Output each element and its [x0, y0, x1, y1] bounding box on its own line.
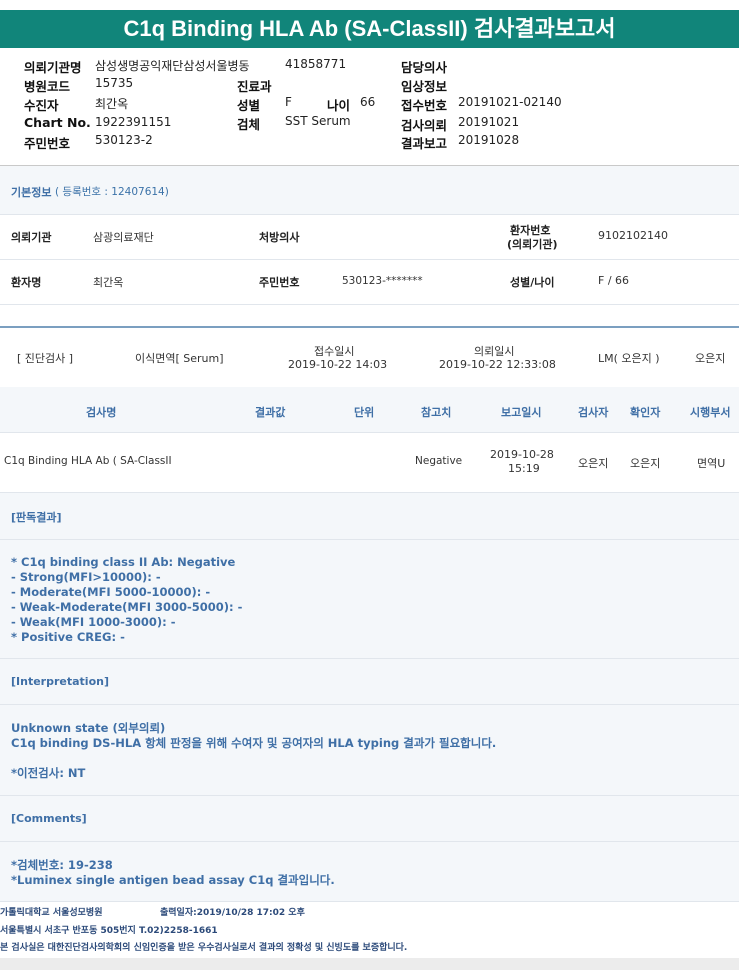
- row-ref: Negative: [415, 455, 463, 467]
- receipt-label: 접수번호: [401, 98, 448, 113]
- comments-heading: [Comments]: [11, 812, 87, 825]
- row-dept: 면역U: [697, 457, 726, 470]
- registration-number: ( 등록번호 : 12407614): [55, 186, 169, 198]
- collector-value: 최간옥: [95, 97, 129, 111]
- judgement-line: - Strong(MFI>10000): -: [11, 570, 161, 584]
- doctor-label: 담당의사: [401, 60, 448, 75]
- interpretation-line: Unknown state (외부의뢰): [11, 721, 166, 735]
- exam-person: 오은지: [695, 352, 726, 365]
- bottom-strip: [0, 958, 739, 970]
- footer-certification: 본 검사실은 대한진단검사의학회의 신임인증을 받은 우수검사실로서 결과의 정…: [0, 943, 408, 953]
- divider: [0, 432, 739, 433]
- judgement-heading: [판독결과]: [11, 511, 62, 524]
- comments-line: *Luminex single antigen bead assay C1q 결…: [11, 873, 335, 887]
- divider: [0, 304, 739, 305]
- report-title: C1q Binding HLA Ab (SA-ClassII) 검사결과보고서: [0, 10, 739, 48]
- judgement-line: * C1q binding class II Ab: Negative: [11, 555, 236, 569]
- divider: [0, 539, 739, 540]
- report-date-value: 20191028: [458, 133, 520, 147]
- col-header-unit: 단위: [354, 406, 375, 419]
- basic-info-heading: 기본정보: [11, 186, 52, 199]
- col-header-dept: 시행부서: [690, 406, 731, 419]
- divider: [0, 492, 739, 493]
- patient-name-label: 환자명: [11, 276, 42, 289]
- receipt-time-value: 2019-10-22 14:03: [288, 358, 388, 371]
- rrn-value: 530123-2: [95, 133, 153, 147]
- patient-rrn-value: 530123-*******: [342, 275, 423, 287]
- divider: [0, 214, 739, 215]
- chart-value: 1922391151: [95, 115, 172, 129]
- prescriber-label: 처방의사: [259, 231, 300, 244]
- patient-name-value: 최간옥: [93, 276, 124, 289]
- row-confirmer: 오은지: [630, 457, 661, 470]
- judgement-line: - Weak(MFI 1000-3000): -: [11, 615, 176, 629]
- sex-label: 성별: [237, 98, 261, 113]
- footer-address: 서울특별시 서초구 반포동 505번지 T.02)2258-1661: [0, 926, 218, 936]
- row-tester: 오은지: [578, 457, 609, 470]
- divider: [0, 259, 739, 260]
- row-report-time: 15:19: [508, 462, 540, 475]
- code-value: 41858771: [285, 57, 347, 71]
- footer-print-date: 출력일자:2019/10/28 17:02 오후: [160, 908, 305, 918]
- col-header-result: 결과값: [255, 406, 286, 419]
- age-label: 나이: [327, 98, 351, 113]
- clinical-label: 임상정보: [401, 79, 448, 94]
- row-report-date: 2019-10-28: [490, 448, 554, 461]
- col-header-tester: 검사자: [578, 406, 609, 419]
- judgement-results: * C1q binding class II Ab: Negative - St…: [11, 555, 242, 645]
- divider: [0, 795, 739, 796]
- inst-label: 의뢰기관: [11, 231, 52, 244]
- col-header-ref: 참고치: [421, 406, 452, 419]
- sex-age-value: F / 66: [598, 274, 630, 287]
- inst-value: 삼광의료재단: [93, 231, 154, 244]
- judgement-line: - Weak-Moderate(MFI 3000-5000): -: [11, 600, 243, 614]
- footer-org: 가톨릭대학교 서울성모병원: [0, 908, 103, 918]
- req-org-label: 의뢰기관명: [24, 60, 82, 75]
- interpretation-line: C1q binding DS-HLA 항체 판정을 위해 수여자 및 공여자의 …: [11, 736, 497, 750]
- prior-test: *이전검사: NT: [11, 766, 86, 780]
- interpretation-heading: [Interpretation]: [11, 675, 109, 688]
- age-value: 66: [360, 95, 376, 109]
- divider: [0, 326, 739, 328]
- req-org-value: 삼성생명공익재단삼성서울병동: [95, 59, 250, 73]
- divider: [0, 704, 739, 705]
- request-time-value: 2019-10-22 12:33:08: [439, 358, 556, 371]
- comments-line: *검체번호: 19-238: [11, 858, 113, 872]
- sex-age-label: 성별/나이: [510, 276, 555, 289]
- exam-specimen: 이식면역[ Serum]: [135, 352, 224, 365]
- specimen-label: 검체: [237, 117, 261, 132]
- interpretation-text: Unknown state (외부의뢰) C1q binding DS-HLA …: [11, 721, 496, 751]
- comments-text: *검체번호: 19-238 *Luminex single antigen be…: [11, 858, 335, 888]
- request-label: 검사의뢰: [401, 118, 448, 133]
- lm-person: LM( 오은지 ): [598, 352, 660, 365]
- hosp-code-label: 병원코드: [24, 79, 71, 94]
- judgement-line: - Moderate(MFI 5000-10000): -: [11, 585, 211, 599]
- divider: [0, 658, 739, 659]
- rrn-label: 주민번호: [24, 136, 71, 151]
- row-test-name: C1q Binding HLA Ab ( SA-ClassII: [4, 455, 172, 467]
- request-time-label: 의뢰일시: [474, 345, 515, 358]
- patient-no-sublabel: (의뢰기관): [507, 238, 558, 251]
- divider: [0, 841, 739, 842]
- exam-type: [ 진단검사 ]: [17, 352, 74, 365]
- col-header-name: 검사명: [86, 406, 117, 419]
- chart-label: Chart No.: [24, 115, 91, 130]
- receipt-value: 20191021-02140: [458, 95, 562, 109]
- patient-rrn-label: 주민번호: [259, 276, 300, 289]
- specimen-value: SST Serum: [285, 114, 351, 128]
- dept-label: 진료과: [237, 79, 272, 94]
- col-header-confirmer: 확인자: [630, 406, 661, 419]
- request-value: 20191021: [458, 115, 520, 129]
- sex-value: F: [285, 95, 292, 109]
- report-date-label: 결과보고: [401, 136, 448, 151]
- receipt-time-label: 접수일시: [314, 345, 355, 358]
- col-header-date: 보고일시: [501, 406, 542, 419]
- divider: [0, 901, 739, 902]
- collector-label: 수진자: [24, 98, 59, 113]
- patient-no-value: 9102102140: [598, 229, 668, 242]
- judgement-line: * Positive CREG: -: [11, 630, 125, 644]
- hosp-code-value: 15735: [95, 76, 134, 90]
